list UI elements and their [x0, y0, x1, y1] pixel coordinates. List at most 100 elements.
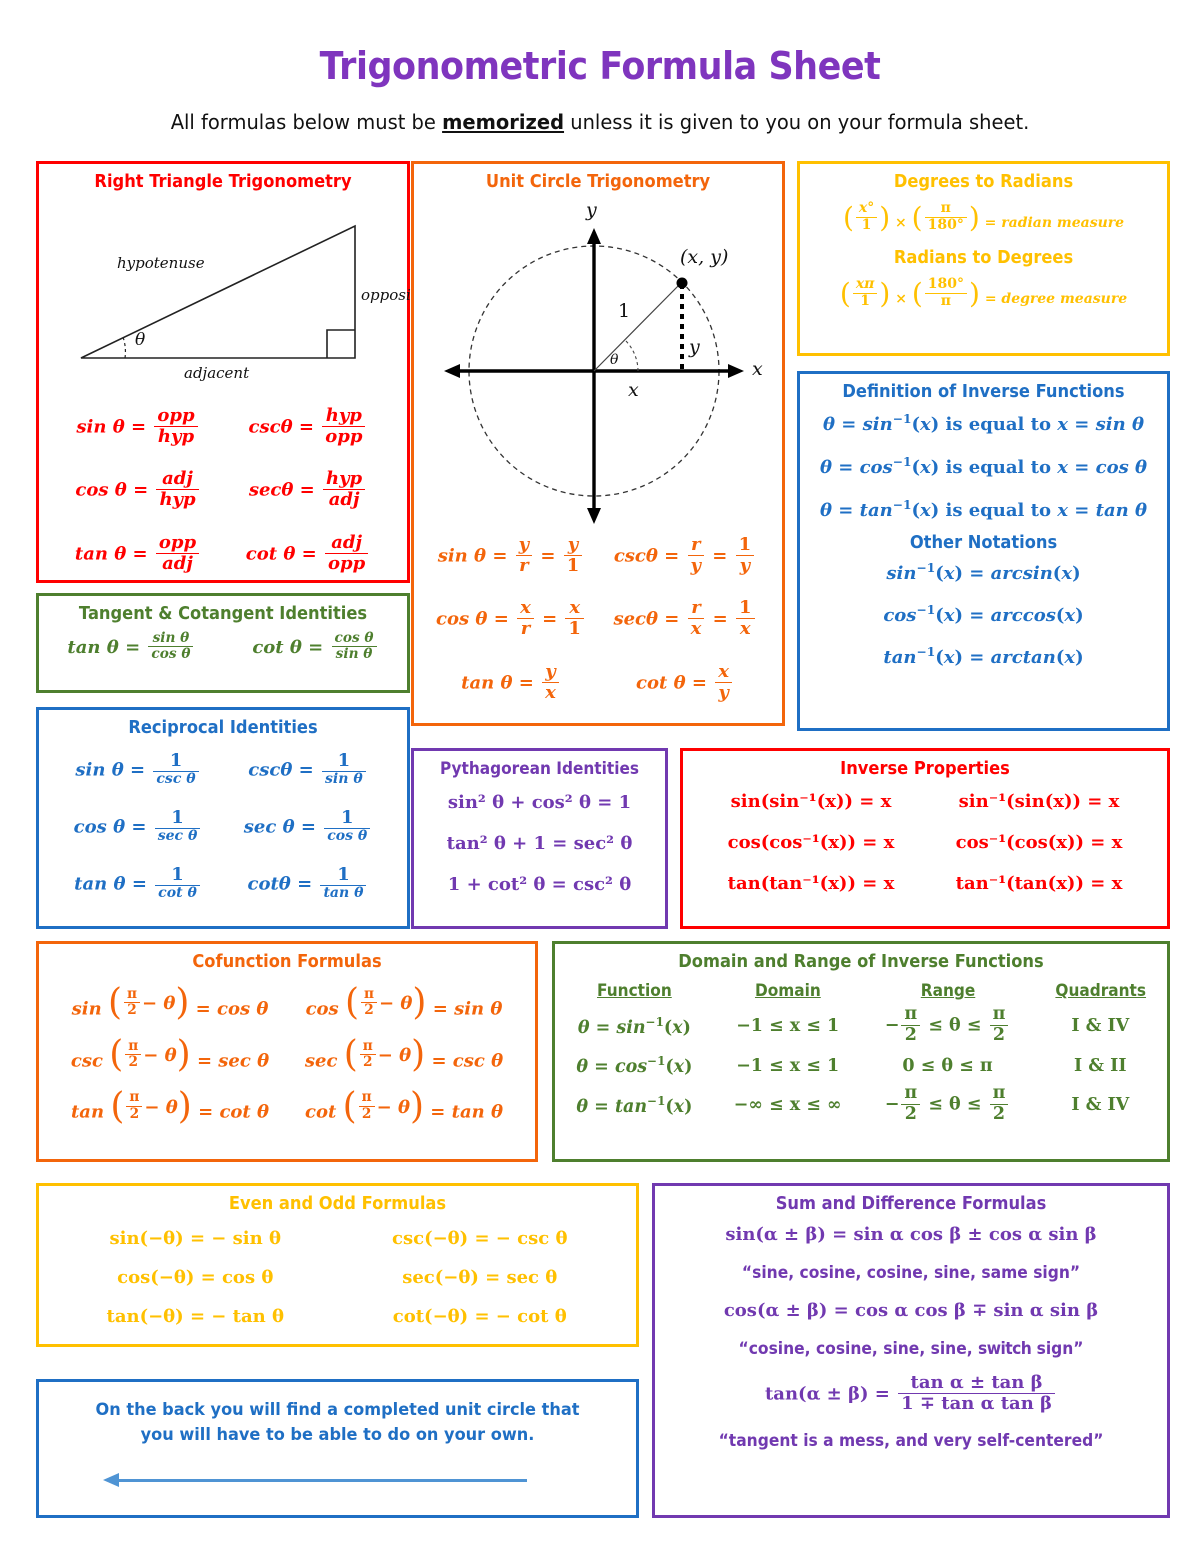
subtitle-text-before: All formulas below must be: [170, 110, 443, 134]
cofunction-formulas: sin (π 2− θ) = cos θ cos (π 2− θ) = sin θ …: [39, 976, 535, 1124]
cof-two: 2: [359, 1053, 376, 1070]
dr-fn-2: tan: [614, 1096, 648, 1117]
rec-csc-fn: csc: [248, 759, 281, 781]
dr-two: 2: [989, 1024, 1009, 1046]
tan-sum-den: 1 ∓ tan α tan β: [898, 1393, 1056, 1414]
cell-quadrants: I & II: [1074, 1055, 1127, 1076]
inverse-definition-lines: θ = sin−1(x) is equal to x = sin θ θ = c…: [800, 406, 1167, 521]
cof-r-res: tan θ: [451, 1101, 503, 1123]
cof-minus: − θ: [142, 993, 176, 1015]
y-axis-label: y: [586, 199, 597, 221]
eo-left: sin(−θ) = − sin θ: [109, 1228, 281, 1249]
uc-sec-n1: r: [691, 597, 701, 619]
uc-cos-d2: 1: [565, 618, 584, 639]
sin-mnemonic: “sine, cosine, cosine, sine, same sign”: [741, 1263, 1081, 1282]
theta-label: θ: [135, 330, 146, 350]
subtitle-emphasis: memorized: [442, 110, 565, 134]
rec-cot-fn: cot: [247, 873, 279, 895]
degrees-to-radians-formula: (x° 1) × (π 180°) = radian measure: [842, 200, 1125, 234]
x-leg-label: x: [628, 379, 639, 401]
cos-sum-formula: cos(α ± β) = cos α cos β ∓ sin α sin β: [723, 1300, 1099, 1321]
uc-csc-n2: 1: [738, 534, 752, 555]
dr-fn-0: sin: [616, 1017, 646, 1038]
notation-line: cos−1(x) = arccos(x): [883, 603, 1084, 626]
tan-sum-formula: tan(α ± β) = tan α ± tan β1 ∓ tan α tan …: [665, 1372, 1157, 1415]
cell-function: θ = sin−1(x): [577, 1014, 691, 1038]
cell-domain: −1 ≤ x ≤ 1: [736, 1055, 840, 1076]
hypotenuse-label: hypotenuse: [117, 254, 205, 272]
not-sin-arc: arcsin: [990, 563, 1053, 584]
cell-range: 0 ≤ θ ≤ π: [902, 1055, 993, 1076]
left-arrow-icon: [39, 1467, 636, 1493]
other-notations-title: Other Notations: [909, 533, 1058, 553]
pythagorean-title: Pythagorean Identities: [439, 759, 640, 778]
column-header-function: Function: [597, 981, 672, 1000]
uc-cot-num: x: [718, 660, 729, 682]
formula-row: tan(tan⁻¹(x)) = x tan⁻¹(tan(x)) = x: [697, 873, 1153, 894]
even-odd-title: Even and Odd Formulas: [228, 1194, 447, 1214]
uc-cos-n1: x: [520, 597, 531, 619]
dr-times: ×: [895, 214, 907, 231]
formula-row: sin θ = 1 csc θ cscθ = 1 sin θ: [53, 750, 393, 789]
arrow-line: [117, 1479, 527, 1483]
dr-range-pre: −: [884, 1094, 900, 1115]
formula-row: cos(cos⁻¹(x)) = x cos⁻¹(cos(x)) = x: [697, 832, 1153, 853]
back-note-box: On the back you will find a completed un…: [36, 1379, 639, 1518]
cof-l-res: cot θ: [219, 1101, 269, 1123]
tan-sum-lhs: tan(α ± β) =: [764, 1383, 890, 1405]
uc-sec-fn: sec: [613, 608, 646, 630]
formula-row: sin θ = opp hyp cscθ = hyp opp: [53, 405, 393, 448]
subtitle-text-after: unless it is given to you on your formul…: [564, 110, 1030, 134]
rec-one: 1: [171, 806, 184, 828]
even-odd-formulas-box: Even and Odd Formulas sin(−θ) = − sin θ …: [36, 1183, 639, 1347]
def-cos-rhs: cos: [1095, 457, 1129, 478]
cof-l-fn: tan: [70, 1101, 105, 1123]
rt-tan-num: opp: [158, 531, 197, 553]
eo-left: cos(−θ) = cos θ: [117, 1267, 274, 1288]
uc-sec-n2: 1: [739, 597, 752, 619]
y-leg-label: y: [689, 336, 700, 358]
tc-tan-fn: tan: [67, 636, 101, 658]
definition-line: θ = sin−1(x) is equal to x = sin θ: [823, 412, 1144, 435]
degrees-to-radians-title: Degrees to Radians: [893, 172, 1074, 192]
cof-l-res: sec θ: [218, 1050, 270, 1072]
cos-mnemonic-before: “cosine, cosine, sine, sine,: [738, 1339, 979, 1358]
rec-one: 1: [337, 863, 350, 885]
cof-r-fn: cos: [305, 998, 339, 1020]
inv-prop-right: cos⁻¹(cos(x)) = x: [955, 832, 1123, 853]
rd-n2: 180°: [927, 276, 964, 293]
dr-pi: π: [904, 1004, 918, 1024]
cof-l-res: cos θ: [217, 998, 269, 1020]
cell-domain: −∞ ≤ x ≤ ∞: [733, 1095, 842, 1116]
reciprocal-identities-box: Reciprocal Identities sin θ = 1 csc θ csc…: [36, 707, 410, 929]
dr-pi: π: [992, 1004, 1006, 1024]
reciprocal-identities-title: Reciprocal Identities: [128, 718, 318, 738]
inverse-properties-box: Inverse Properties sin(sin⁻¹(x)) = x sin…: [680, 748, 1170, 929]
def-cos-fn: cos: [859, 457, 893, 478]
formula-row: sin(sin⁻¹(x)) = x sin⁻¹(sin(x)) = x: [697, 791, 1153, 812]
right-triangle-diagram: hypotenuse opposite adjacent θ: [39, 198, 426, 403]
radius-label: 1: [618, 300, 631, 322]
other-notations-lines: sin−1(x) = arcsin(x) cos−1(x) = arccos(x…: [800, 557, 1167, 668]
def-tan-tail: is equal to: [945, 500, 1051, 521]
def-cos-tail: is equal to: [945, 457, 1051, 478]
dr-n2: π: [940, 200, 951, 216]
cof-l-fn: csc: [70, 1050, 103, 1072]
cos-mnemonic-after: sign”: [1031, 1339, 1084, 1358]
not-tan-arc: arctan: [990, 647, 1056, 668]
tc-cot-num: cos θ: [334, 630, 374, 646]
right-triangle-trigonometry-box: Right Triangle Trigonometry hypotenuse o…: [36, 161, 426, 583]
dr-range-mid: ≤ θ ≤: [928, 1015, 982, 1036]
inverse-properties-title: Inverse Properties: [840, 759, 1010, 779]
unit-circle-title: Unit Circle Trigonometry: [485, 172, 711, 192]
formula-row: sin (π 2− θ) = cos θ cos (π 2− θ) = sin θ: [71, 982, 503, 1024]
rec-sec-fn: sec: [243, 816, 277, 838]
uc-cos-n2: x: [569, 597, 581, 619]
formula-row: cos θ = xr = x1 secθ = rx = 1x: [424, 597, 772, 640]
rt-cos-den: hyp: [156, 489, 199, 510]
tc-tan-den: cos θ: [148, 646, 194, 662]
def-sin-rhs: sin: [1095, 414, 1126, 435]
right-triangle-formulas: sin θ = opp hyp cscθ = hyp opp cos θ = adj…: [39, 403, 407, 575]
table-row: θ = tan−1(x) −∞ ≤ x ≤ ∞ − π 2 ≤ θ ≤ π2 I &…: [555, 1081, 1167, 1129]
cofunction-formulas-box: Cofunction Formulas sin (π 2− θ) = cos θ …: [36, 941, 538, 1162]
